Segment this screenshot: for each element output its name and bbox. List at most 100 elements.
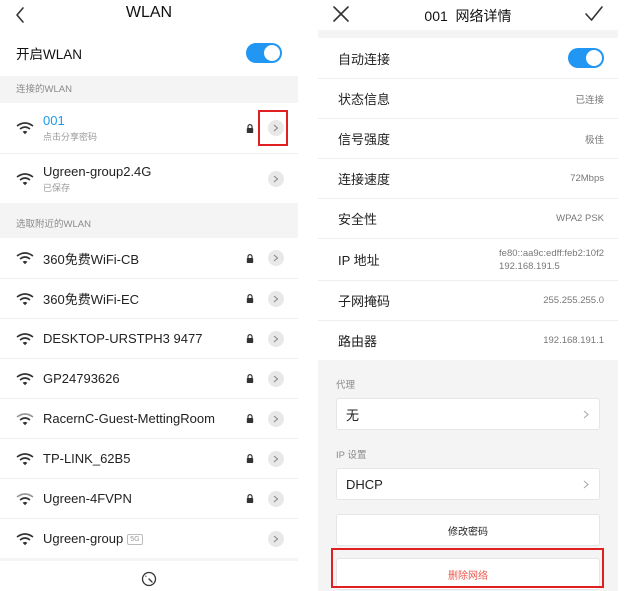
chevron-right-icon xyxy=(273,175,279,182)
wlan-screen: WLAN 开启WLAN 连接的WLAN 001 点击分享密码 Ugreen-gr… xyxy=(0,0,298,591)
network-detail-button[interactable] xyxy=(268,490,284,507)
lock-icon xyxy=(246,374,254,383)
detail-label: 安全性 xyxy=(338,212,378,227)
wifi-icon xyxy=(16,172,34,185)
detail-value: 极佳 xyxy=(584,134,604,146)
change-password-button[interactable]: 修改密码 xyxy=(336,514,600,546)
detail-label: 连接速度 xyxy=(338,172,391,187)
wifi-icon xyxy=(16,122,34,135)
wifi-item[interactable]: TP-LINK_62B5 xyxy=(0,438,298,478)
detail-value: 255.255.255.0 xyxy=(543,295,604,306)
network-detail-button[interactable] xyxy=(268,250,284,266)
network-detail-button[interactable] xyxy=(268,450,284,467)
proxy-value: 无 xyxy=(346,407,360,423)
chevron-right-icon xyxy=(273,495,279,502)
wifi-icon xyxy=(16,532,34,545)
detail-label: IP 地址 xyxy=(338,253,380,268)
wlan-toggle[interactable] xyxy=(246,43,282,63)
wifi-name: Ugreen-4FVPN xyxy=(43,491,132,506)
network-detail-button[interactable] xyxy=(268,120,284,136)
wifi-name: 001 xyxy=(43,113,65,128)
wlan-toggle-row[interactable]: 开启WLAN xyxy=(0,30,298,76)
connected-list: 001 点击分享密码 Ugreen-group2.4G 已保存 xyxy=(0,103,298,203)
wifi-icon xyxy=(16,492,34,505)
wifi-item-001[interactable]: 001 点击分享密码 xyxy=(0,103,298,153)
wlan-topbar: WLAN xyxy=(0,0,298,30)
signal-strength-row: 信号强度 极佳 xyxy=(318,118,618,158)
wifi-icon xyxy=(16,412,34,425)
check-icon[interactable] xyxy=(584,5,604,23)
chevron-right-icon xyxy=(273,535,279,542)
chevron-right-icon xyxy=(583,480,589,488)
lock-icon xyxy=(246,494,254,503)
wifi-name: 360免费WiFi-EC xyxy=(43,292,140,307)
auto-connect-toggle[interactable] xyxy=(568,48,604,68)
ipv6-address: fe80::aa9c:edff:feb2:10f2 xyxy=(499,247,604,259)
chevron-right-icon xyxy=(273,295,279,302)
chevron-right-icon xyxy=(273,375,279,382)
lock-icon xyxy=(246,123,254,133)
wifi-name: Ugreen-group 5G xyxy=(43,531,246,546)
auto-connect-label: 自动连接 xyxy=(338,51,391,67)
network-detail-button[interactable] xyxy=(268,330,284,347)
wifi-name: Ugreen-group2.4G xyxy=(43,163,152,179)
wifi-subtitle: 点击分享密码 xyxy=(43,132,98,142)
bottom-bar xyxy=(0,561,298,591)
band-badge: 5G xyxy=(127,534,143,545)
gauge-icon[interactable] xyxy=(141,571,157,587)
network-detail-button[interactable] xyxy=(268,290,284,307)
router-row: 路由器 192.168.191.1 xyxy=(318,320,618,360)
wifi-icon xyxy=(16,252,34,265)
detail-list: 自动连接 状态信息 已连接 信号强度 极佳 连接速度 72Mbps 安全性 WP… xyxy=(318,30,618,360)
wifi-name: DESKTOP-URSTPH3 9477 xyxy=(43,331,203,346)
detail-label: 状态信息 xyxy=(338,92,391,107)
proxy-select[interactable]: 无 xyxy=(336,398,600,430)
network-detail-button[interactable] xyxy=(268,410,284,427)
subnet-mask-row: 子网掩码 255.255.255.0 xyxy=(318,280,618,320)
wifi-item[interactable]: 360免费WiFi-EC xyxy=(0,278,298,318)
network-detail-button[interactable] xyxy=(268,530,284,547)
wifi-name: RacernC-Guest-MettingRoom xyxy=(43,411,215,426)
wifi-item[interactable]: Ugreen-group 5G xyxy=(0,518,298,558)
delete-network-button[interactable]: 删除网络 xyxy=(336,558,600,590)
ip-settings-select[interactable]: DHCP xyxy=(336,468,600,500)
chevron-right-icon xyxy=(273,335,279,342)
auto-connect-row[interactable]: 自动连接 xyxy=(318,38,618,78)
wifi-name: TP-LINK_62B5 xyxy=(43,451,131,466)
wifi-item[interactable]: 360免费WiFi-CB xyxy=(0,238,298,278)
wifi-item[interactable]: RacernC-Guest-MettingRoom xyxy=(0,398,298,438)
chevron-right-icon xyxy=(273,124,279,132)
wifi-item-ugreen-group-2-4g[interactable]: Ugreen-group2.4G 已保存 xyxy=(0,153,298,203)
nearby-section-label: 选取附近的WLAN xyxy=(16,219,91,230)
wlan-toggle-label: 开启WLAN xyxy=(16,47,83,62)
nearby-list: 360免费WiFi-CB 360免费WiFi-EC DESKTOP-URSTPH… xyxy=(0,238,298,558)
wifi-item[interactable]: GP24793626 xyxy=(0,358,298,398)
network-detail-button[interactable] xyxy=(268,370,284,387)
ipv4-address: 192.168.191.5 xyxy=(499,260,560,272)
ip-settings-value: DHCP xyxy=(346,476,383,492)
wifi-item[interactable]: Ugreen-4FVPN xyxy=(0,478,298,518)
lock-icon xyxy=(246,454,254,463)
lock-icon xyxy=(246,334,254,343)
wifi-name: GP24793626 xyxy=(43,371,120,386)
detail-value: 已连接 xyxy=(575,94,604,106)
chevron-right-icon xyxy=(273,415,279,422)
wifi-name: 360免费WiFi-CB xyxy=(43,251,140,267)
page-title: 001 网络详情 xyxy=(424,8,512,24)
detail-label: 信号强度 xyxy=(338,132,391,147)
wifi-icon xyxy=(16,452,34,465)
proxy-label: 代理 xyxy=(336,380,356,391)
wifi-item[interactable]: DESKTOP-URSTPH3 9477 xyxy=(0,318,298,358)
wifi-icon xyxy=(16,372,34,385)
network-detail-button[interactable] xyxy=(268,170,284,187)
detail-label: 路由器 xyxy=(338,334,378,349)
chevron-right-icon xyxy=(583,410,589,418)
detail-value: 192.168.191.1 xyxy=(543,335,604,346)
detail-value: 72Mbps xyxy=(570,173,604,184)
lock-icon xyxy=(246,253,254,263)
connected-section-label: 连接的WLAN xyxy=(16,84,72,95)
wifi-icon xyxy=(16,292,34,305)
wifi-icon xyxy=(16,332,34,345)
ip-address-value: fe80::aa9c:edff:feb2:10f2 192.168.191.5 xyxy=(499,247,604,273)
security-row: 安全性 WPA2 PSK xyxy=(318,198,618,238)
